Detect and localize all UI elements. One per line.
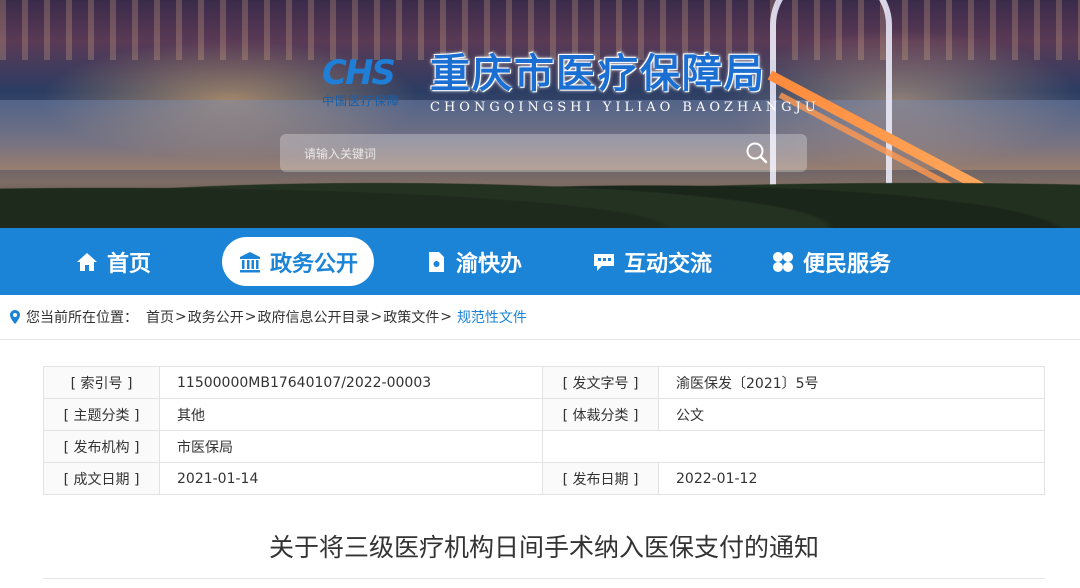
issuer-label: [ 发布机构 ] (43, 430, 160, 463)
nav-item-government-affairs[interactable]: 政务公开 (222, 237, 375, 286)
breadcrumb-info-catalog[interactable]: 政府信息公开目录 (257, 307, 369, 327)
breadcrumb-home[interactable]: 首页 (146, 307, 174, 327)
index-value: 11500000MB17640107/2022-00003 (159, 366, 543, 399)
docno-value: 渝医保发〔2021〕5号 (658, 366, 1045, 399)
document-info-table: [ 索引号 ] 11500000MB17640107/2022-00003 [ … (43, 366, 1045, 495)
nav-item-home[interactable]: 首页 (75, 237, 151, 286)
nav-label: 首页 (107, 251, 152, 277)
nav-label: 便民服务 (803, 251, 892, 277)
grid-flower-icon (771, 250, 795, 274)
breadcrumb-separator: > (440, 309, 452, 325)
index-label: [ 索引号 ] (43, 366, 160, 399)
logo-subtitle: 中国医疗保障 (322, 94, 401, 108)
main-nav: 首页 政务公开 渝快办 互动交流 便民服务 (0, 228, 1080, 295)
table-row: [ 主题分类 ] 其他 [ 体裁分类 ] 公文 (43, 398, 1045, 431)
published-date-value: 2022-01-12 (658, 462, 1045, 495)
genre-value: 公文 (658, 398, 1045, 431)
breadcrumb-current[interactable]: 规范性文件 (457, 307, 527, 327)
topic-label: [ 主题分类 ] (43, 398, 160, 431)
search-bar (280, 134, 807, 172)
breadcrumb-separator: > (370, 309, 383, 325)
table-row: [ 发布机构 ] 市医保局 (43, 430, 1045, 463)
genre-label: [ 体裁分类 ] (542, 398, 659, 431)
table-row: [ 成文日期 ] 2021-01-14 [ 发布日期 ] 2022-01-12 (43, 462, 1045, 495)
breadcrumb-policy-documents[interactable]: 政策文件 (383, 307, 439, 327)
location-pin-icon (10, 310, 20, 324)
divider (43, 578, 1045, 579)
government-building-icon (238, 250, 262, 274)
header-banner: CHS 中国医疗保障 重庆市医疗保障局 CHONGQINGSHI YILIAO … (0, 0, 1080, 228)
chat-bubble-icon (592, 250, 616, 274)
site-pinyin: CHONGQINGSHI YILIAO BAOZHANGJU (430, 100, 820, 115)
document-icon (424, 250, 448, 274)
issuer-value: 市医保局 (159, 430, 543, 463)
search-input[interactable] (302, 143, 726, 165)
published-date-label: [ 发布日期 ] (542, 462, 659, 495)
breadcrumb-separator: > (244, 309, 257, 325)
nav-label: 互动交流 (624, 251, 713, 277)
search-icon[interactable] (745, 141, 769, 165)
nav-item-interaction[interactable]: 互动交流 (592, 237, 712, 286)
home-icon (75, 250, 99, 274)
table-row: [ 索引号 ] 11500000MB17640107/2022-00003 [ … (43, 366, 1045, 399)
breadcrumb-government-affairs[interactable]: 政务公开 (188, 307, 244, 327)
document-title: 关于将三级医疗机构日间手术纳入医保支付的通知 (268, 533, 819, 562)
empty-cell (542, 430, 1045, 463)
site-title: 重庆市医疗保障局 (430, 51, 766, 97)
nav-item-yukuaiban[interactable]: 渝快办 (424, 237, 522, 286)
topic-value: 其他 (159, 398, 543, 431)
breadcrumb: 您当前所在位置： 首页 > 政务公开 > 政府信息公开目录 > 政策文件 > 规… (0, 295, 1080, 340)
breadcrumb-separator: > (175, 309, 187, 325)
nav-label: 政务公开 (270, 251, 359, 277)
created-date-label: [ 成文日期 ] (43, 462, 160, 495)
docno-label: [ 发文字号 ] (542, 366, 659, 399)
created-date-value: 2021-01-14 (159, 462, 543, 495)
nav-item-services[interactable]: 便民服务 (771, 237, 891, 286)
nav-label: 渝快办 (456, 251, 523, 277)
breadcrumb-prefix: 您当前所在位置： (26, 310, 138, 326)
logo-mark: CHS (322, 53, 396, 93)
